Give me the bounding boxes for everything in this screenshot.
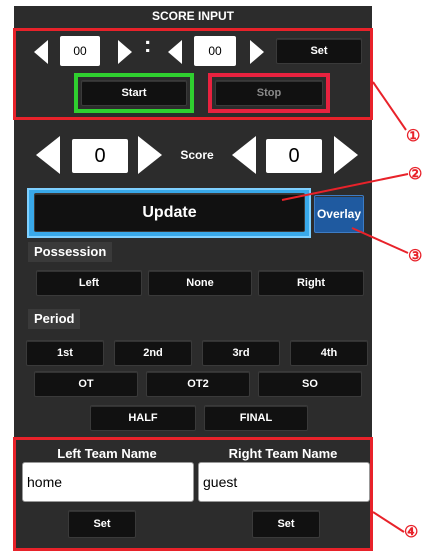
callout-line-1: [372, 81, 407, 131]
callout-line-2: [281, 173, 409, 201]
callout-number-2: ②: [408, 166, 423, 183]
callout-number-3: ③: [408, 248, 423, 265]
callout-number-1: ①: [406, 128, 421, 145]
callout-line-3: [351, 227, 409, 254]
callout-number-4: ④: [404, 524, 419, 541]
callout-lines: [281, 81, 409, 533]
callout-line-4: [372, 511, 405, 533]
